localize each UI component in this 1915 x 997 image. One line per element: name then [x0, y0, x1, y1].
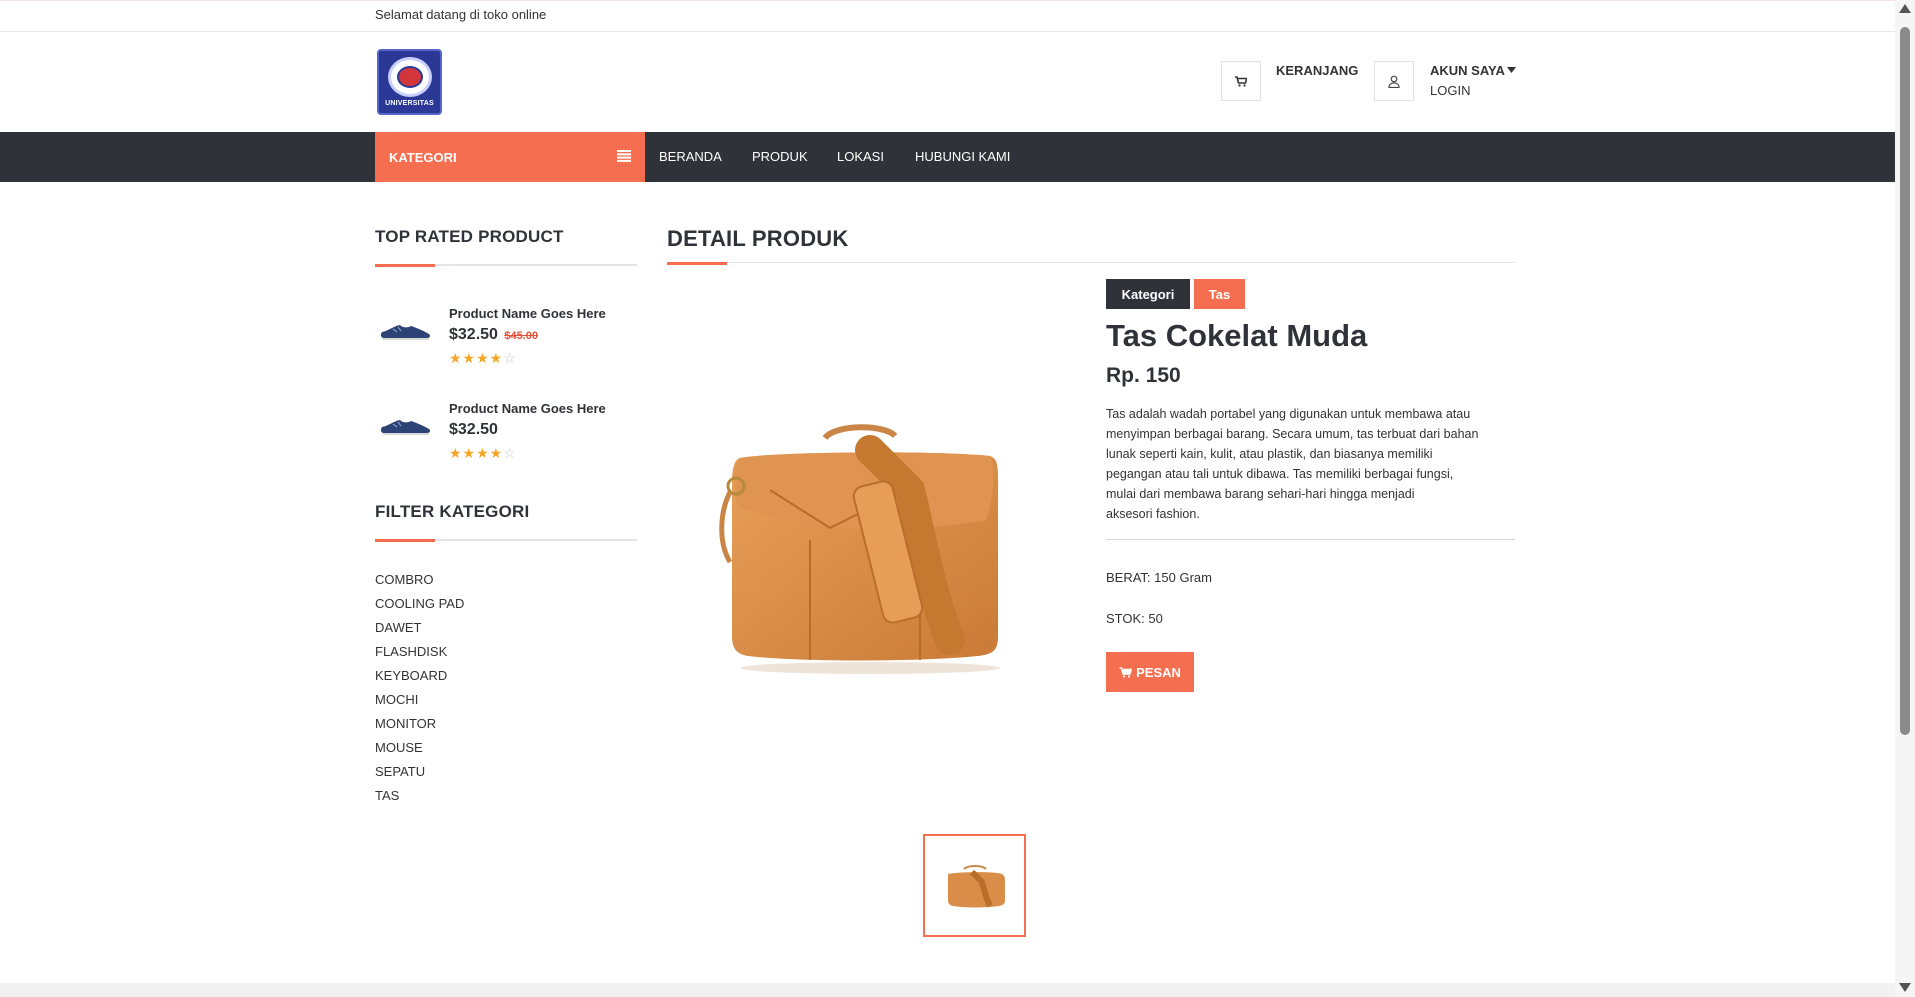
category-link[interactable]: TAS: [375, 788, 464, 812]
caret-down-icon: [1506, 67, 1516, 73]
cart-button[interactable]: [1221, 61, 1261, 101]
footer-strip: [0, 983, 1895, 997]
account-button[interactable]: [1374, 61, 1414, 101]
nav-lokasi[interactable]: LOKASI: [837, 149, 884, 164]
nav-produk[interactable]: PRODUK: [752, 149, 808, 164]
top-rated-divider: [375, 264, 637, 267]
description-divider: [1106, 539, 1515, 540]
product-weight: BERAT: 150 Gram: [1106, 570, 1212, 585]
category-tag-value[interactable]: Tas: [1194, 279, 1245, 309]
scroll-up-arrow-icon[interactable]: [1899, 4, 1911, 13]
rating-stars: ★★★★☆: [449, 445, 517, 461]
cart-label[interactable]: KERANJANG: [1276, 63, 1358, 78]
category-link[interactable]: KEYBOARD: [375, 668, 464, 692]
shoe-thumbnail: [380, 420, 431, 435]
detail-divider: [667, 262, 1515, 265]
cart-icon: [1119, 666, 1133, 678]
top-rated-item[interactable]: Product Name Goes Here $32.50 ★★★★☆: [375, 401, 635, 471]
detail-produk-title: DETAIL PRODUK: [667, 226, 849, 251]
shoe-thumbnail: [380, 325, 431, 340]
bag-thumbnail-image: [947, 864, 1005, 907]
top-rated-title: TOP RATED PRODUCT: [375, 227, 564, 246]
product-main-image[interactable]: [700, 420, 1020, 680]
product-description: Tas adalah wadah portabel yang digunakan…: [1106, 407, 1479, 521]
login-link[interactable]: LOGIN: [1430, 83, 1470, 98]
header: UNIVERSITAS KERANJANG AKUN SAYA LOGIN: [0, 33, 1895, 132]
kategori-menu-button[interactable]: KATEGORI: [375, 132, 645, 182]
category-list: COMBRO COOLING PAD DAWET FLASHDISK KEYBO…: [375, 572, 464, 812]
filter-divider: [375, 539, 637, 542]
product-name: Tas Cokelat Muda: [1106, 318, 1368, 353]
top-rated-price: $32.50: [449, 421, 498, 438]
category-link[interactable]: FLASHDISK: [375, 644, 464, 668]
vertical-scrollbar[interactable]: [1895, 0, 1915, 997]
welcome-text: Selamat datang di toko online: [375, 7, 547, 22]
main-nav: KATEGORI BERANDA PRODUK LOKASI HUBUNGI K…: [0, 132, 1895, 182]
logo-seal-icon: [387, 57, 432, 97]
category-link[interactable]: SEPATU: [375, 764, 464, 788]
product-price: Rp. 150: [1106, 364, 1181, 387]
scroll-thumb[interactable]: [1900, 27, 1910, 735]
filter-kategori-title: FILTER KATEGORI: [375, 502, 530, 521]
nav-beranda[interactable]: BERANDA: [659, 149, 722, 164]
product-stock: STOK: 50: [1106, 611, 1163, 626]
product-thumbnail[interactable]: [923, 834, 1026, 937]
account-label[interactable]: AKUN SAYA: [1430, 63, 1516, 78]
top-rated-name[interactable]: Product Name Goes Here: [449, 306, 606, 321]
top-rated-old-price: $45.00: [504, 330, 539, 342]
category-link[interactable]: MONITOR: [375, 716, 464, 740]
scroll-down-arrow-icon[interactable]: [1899, 983, 1911, 992]
list-menu-icon: [617, 150, 631, 162]
category-link[interactable]: MOUSE: [375, 740, 464, 764]
order-label: PESAN: [1136, 664, 1181, 680]
top-bar: Selamat datang di toko online: [0, 0, 1915, 32]
nav-hubungi-kami[interactable]: HUBUNGI KAMI: [915, 149, 1010, 164]
category-tag-label: Kategori: [1106, 279, 1190, 309]
account-text: AKUN SAYA: [1430, 63, 1505, 78]
top-rated-name[interactable]: Product Name Goes Here: [449, 401, 606, 416]
order-button[interactable]: PESAN: [1106, 652, 1194, 692]
cart-icon: [1235, 75, 1247, 87]
category-link[interactable]: COMBRO: [375, 572, 464, 596]
top-rated-item[interactable]: Product Name Goes Here $32.50 $45.00 ★★★…: [375, 306, 635, 376]
user-icon: [1388, 75, 1400, 88]
top-rated-price: $32.50 $45.00: [449, 326, 539, 343]
kategori-label: KATEGORI: [389, 149, 457, 165]
category-link[interactable]: DAWET: [375, 620, 464, 644]
site-logo[interactable]: UNIVERSITAS: [377, 49, 442, 115]
rating-stars: ★★★★☆: [449, 350, 517, 366]
logo-text: UNIVERSITAS: [385, 100, 434, 107]
category-link[interactable]: MOCHI: [375, 692, 464, 716]
category-link[interactable]: COOLING PAD: [375, 596, 464, 620]
